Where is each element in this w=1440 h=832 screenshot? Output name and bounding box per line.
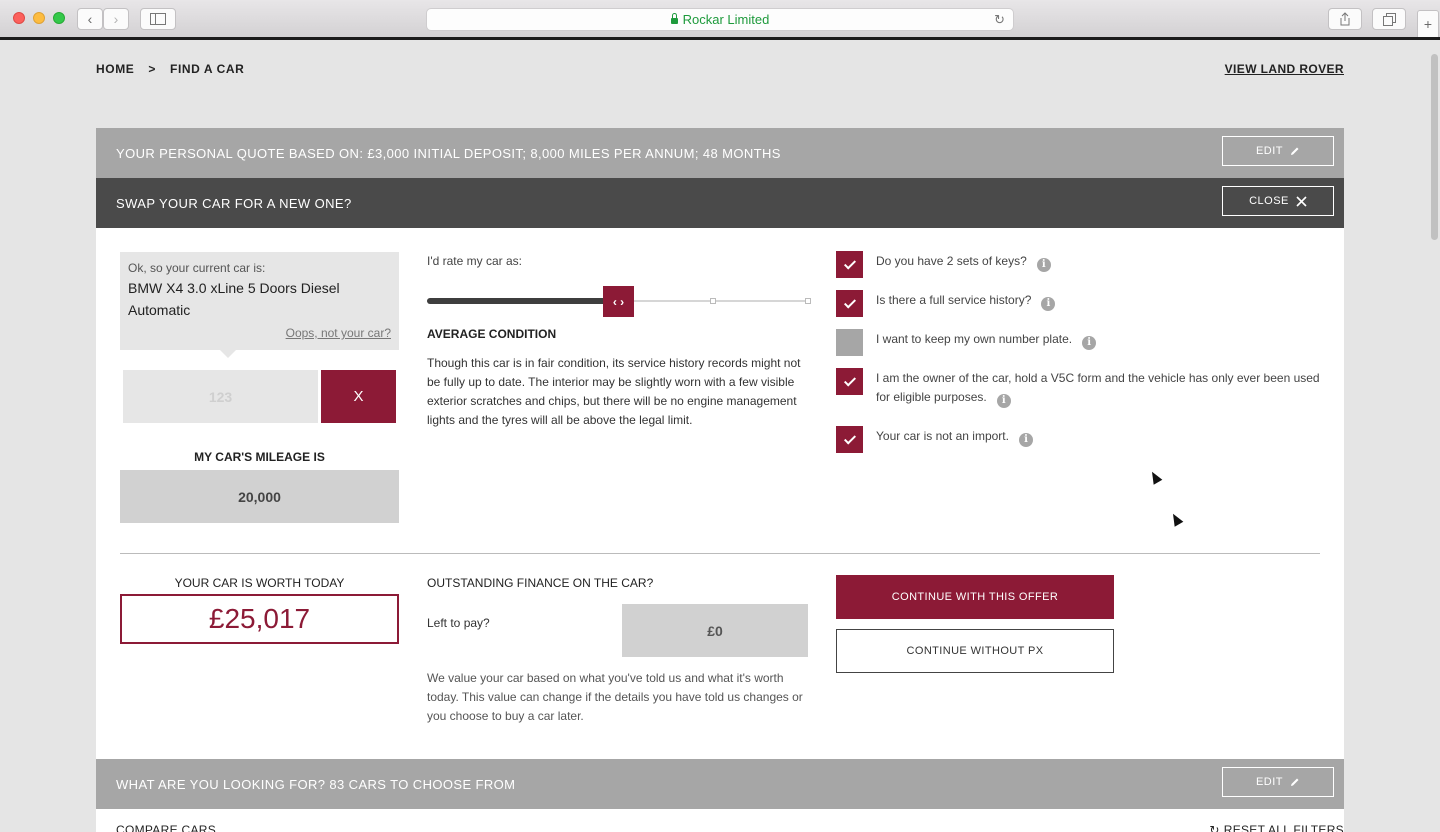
- clear-registration-button[interactable]: X: [321, 370, 396, 423]
- check-label: Is there a full service history?: [876, 293, 1032, 307]
- page-scrollbar[interactable]: [1431, 54, 1438, 240]
- back-button[interactable]: ‹: [77, 8, 103, 30]
- chevron-right-icon: ›: [113, 11, 119, 27]
- slider-tick: [805, 298, 811, 304]
- swap-title: SWAP YOUR CAR FOR A NEW ONE?: [116, 195, 352, 211]
- not-your-car-link[interactable]: Oops, not your car?: [286, 326, 391, 340]
- slider-handle[interactable]: ‹ ›: [603, 286, 634, 317]
- share-button[interactable]: [1328, 8, 1362, 30]
- minimize-window-button[interactable]: [33, 12, 45, 24]
- info-icon[interactable]: i: [1041, 297, 1056, 311]
- plus-icon: +: [1423, 16, 1433, 32]
- checkbox[interactable]: [836, 251, 863, 278]
- mileage-input[interactable]: 20,000: [120, 470, 399, 523]
- tabs-button[interactable]: [1372, 8, 1406, 30]
- breadcrumb-separator: >: [148, 62, 157, 76]
- check-keys[interactable]: Do you have 2 sets of keys? i: [836, 251, 1321, 278]
- address-text: Rockar Limited: [682, 12, 770, 27]
- close-icon: [1296, 195, 1307, 207]
- quote-summary: YOUR PERSONAL QUOTE BASED ON: £3,000 INI…: [116, 145, 781, 161]
- address-bar[interactable]: Rockar Limited ↻: [426, 8, 1014, 31]
- check-import[interactable]: Your car is not an import. i: [836, 426, 1321, 453]
- sidebar-icon: [150, 13, 166, 25]
- swap-bar: SWAP YOUR CAR FOR A NEW ONE? CLOSE: [96, 178, 1344, 228]
- continue-without-px-button[interactable]: CONTINUE WITHOUT PX: [836, 629, 1114, 673]
- edit-search-button[interactable]: EDIT: [1222, 767, 1334, 797]
- close-swap-label: CLOSE: [1249, 195, 1289, 207]
- breadcrumb-current[interactable]: FIND A CAR: [170, 62, 244, 76]
- check-label: I want to keep my own number plate.: [876, 332, 1073, 346]
- info-icon[interactable]: i: [1018, 433, 1033, 447]
- condition-slider[interactable]: ‹ ›: [427, 286, 811, 317]
- check-icon: [843, 431, 856, 445]
- checkbox[interactable]: [836, 329, 863, 356]
- new-tab-button[interactable]: +: [1417, 10, 1439, 38]
- info-icon[interactable]: i: [996, 394, 1011, 408]
- info-icon[interactable]: i: [1036, 258, 1051, 272]
- quote-bar: YOUR PERSONAL QUOTE BASED ON: £3,000 INI…: [96, 128, 1344, 178]
- check-number-plate[interactable]: I want to keep my own number plate. i: [836, 329, 1321, 356]
- checkbox[interactable]: [836, 368, 863, 395]
- check-icon: [843, 256, 856, 270]
- results-toolbar: COMPARE CARS ↻ RESET ALL FILTERS: [96, 809, 1344, 832]
- valuation-note: We value your car based on what you've t…: [427, 671, 803, 723]
- condition-description: Though this car is in fair condition, it…: [427, 356, 801, 427]
- view-land-rover-link[interactable]: VIEW LAND ROVER: [1225, 62, 1344, 76]
- section-divider: [120, 553, 1320, 554]
- pencil-icon: [1291, 147, 1299, 155]
- check-icon: [843, 373, 856, 387]
- mileage-label: MY CAR'S MILEAGE IS: [194, 450, 325, 464]
- sidebar-button[interactable]: [140, 8, 176, 30]
- worth-label: YOUR CAR IS WORTH TODAY: [174, 576, 345, 590]
- part-exchange-panel: Ok, so your current car is: BMW X4 3.0 x…: [96, 228, 1344, 760]
- edit-quote-label: EDIT: [1255, 145, 1284, 157]
- slider-fill: [427, 298, 619, 304]
- forward-button[interactable]: ›: [103, 8, 129, 30]
- chevron-left-icon: ‹: [87, 11, 93, 27]
- worth-value: £25,017: [120, 594, 399, 644]
- maximize-window-button[interactable]: [53, 12, 65, 24]
- finance-title: OUTSTANDING FINANCE ON THE CAR?: [427, 576, 654, 590]
- rating-label: I'd rate my car as:: [427, 254, 522, 268]
- reset-filters-link[interactable]: ↻ RESET ALL FILTERS: [1209, 823, 1344, 832]
- slider-tick: [710, 298, 716, 304]
- check-label: I am the owner of the car, hold a V5C fo…: [876, 371, 1320, 404]
- check-label: Your car is not an import.: [876, 429, 1009, 443]
- info-icon[interactable]: i: [1082, 336, 1097, 350]
- left-to-pay-label: Left to pay?: [427, 616, 490, 630]
- check-owner[interactable]: I am the owner of the car, hold a V5C fo…: [836, 368, 1321, 408]
- toolbar-divider: [0, 37, 1440, 40]
- compare-cars-link[interactable]: COMPARE CARS: [116, 823, 216, 832]
- left-to-pay-input[interactable]: £0: [622, 604, 808, 657]
- edit-search-label: EDIT: [1255, 776, 1284, 788]
- check-service-history[interactable]: Is there a full service history? i: [836, 290, 1321, 317]
- current-car-card: Ok, so your current car is: BMW X4 3.0 x…: [120, 252, 399, 358]
- close-swap-button[interactable]: CLOSE: [1222, 186, 1334, 216]
- search-bar: WHAT ARE YOU LOOKING FOR? 83 CARS TO CHO…: [96, 759, 1344, 809]
- checkbox[interactable]: [836, 290, 863, 317]
- check-label: Do you have 2 sets of keys?: [876, 254, 1027, 268]
- pencil-icon: [1291, 778, 1299, 786]
- reload-icon[interactable]: ↻: [994, 12, 1005, 28]
- current-car-name: BMW X4 3.0 xLine 5 Doors Diesel Automati…: [128, 280, 340, 318]
- edit-quote-button[interactable]: EDIT: [1222, 136, 1334, 166]
- close-window-button[interactable]: [13, 12, 25, 24]
- continue-with-offer-button[interactable]: CONTINUE WITH THIS OFFER: [836, 575, 1114, 619]
- search-summary: WHAT ARE YOU LOOKING FOR? 83 CARS TO CHO…: [116, 776, 516, 792]
- tabs-icon: [1382, 12, 1396, 26]
- reset-filters-label: RESET ALL FILTERS: [1223, 823, 1344, 832]
- breadcrumb: HOME > FIND A CAR: [96, 62, 244, 76]
- condition-title: AVERAGE CONDITION: [427, 327, 557, 341]
- lock-icon: [670, 12, 678, 24]
- registration-input[interactable]: 123: [123, 370, 318, 423]
- checkbox[interactable]: [836, 426, 863, 453]
- breadcrumb-home[interactable]: HOME: [96, 62, 134, 76]
- share-icon: [1340, 12, 1350, 26]
- current-car-intro: Ok, so your current car is:: [128, 261, 266, 275]
- check-icon: [843, 295, 856, 309]
- browser-toolbar: ‹ › Rockar Limited ↻ +: [0, 0, 1440, 38]
- refresh-icon: ↻: [1209, 823, 1220, 832]
